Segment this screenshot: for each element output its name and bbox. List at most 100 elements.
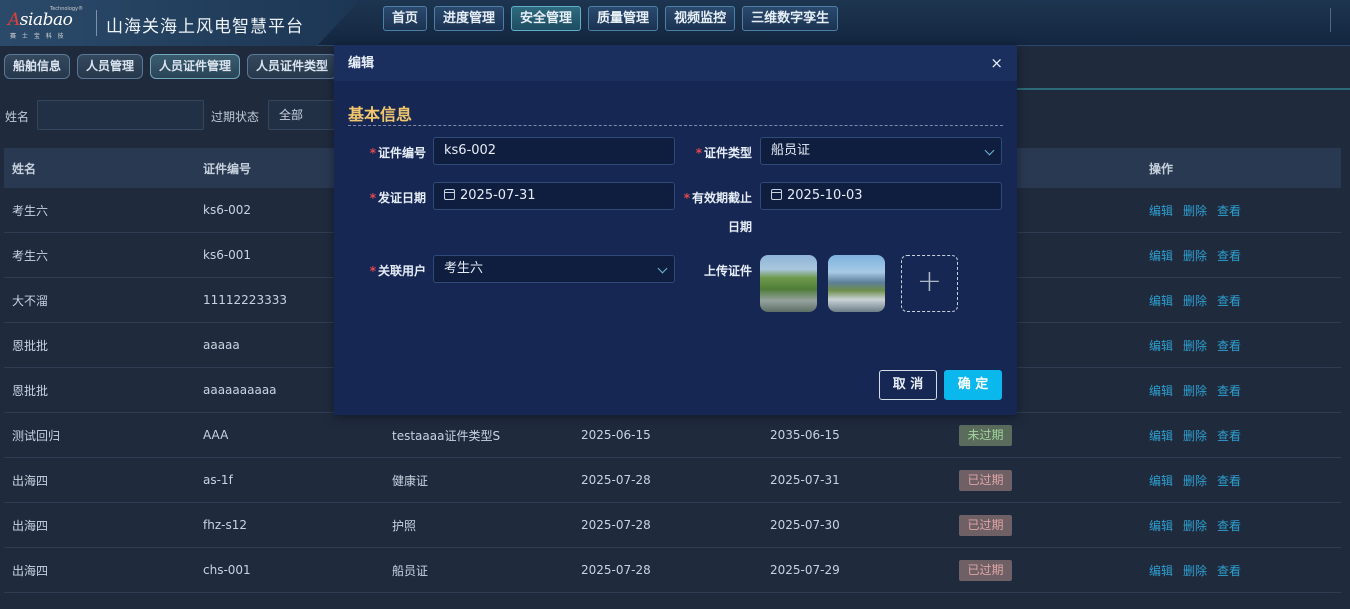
cell-name: 大不溜 [12, 293, 49, 308]
edit-link[interactable]: 编辑 [1149, 519, 1173, 533]
top-header: Technology® Asiabao 赛 士 宝 科 技 山海关海上风电智慧平… [0, 0, 1350, 46]
table-row: 出海四 chs-001 船员证 2025-07-28 2025-07-29 已过期 编辑 删除… [4, 548, 1341, 593]
calendar-icon [771, 189, 782, 200]
row-actions: 编辑 删除 查看 [1149, 472, 1251, 489]
view-link[interactable]: 查看 [1217, 564, 1241, 578]
section-title: 基本信息 [348, 105, 413, 124]
cell-expire-date: 2025-07-31 [770, 473, 840, 487]
main-nav: 首页 进度管理 安全管理 质量管理 视频监控 三维数字孪生 [383, 6, 839, 31]
tab-cert-management[interactable]: 人员证件管理 [150, 54, 241, 79]
delete-link[interactable]: 删除 [1183, 474, 1207, 488]
chevron-down-icon [657, 263, 668, 274]
cell-issue-date: 2025-07-28 [581, 518, 651, 532]
cell-issue-date: 2025-06-15 [581, 428, 651, 442]
cell-name: 恩批批 [12, 383, 49, 398]
cell-issue-date: 2025-07-28 [581, 563, 651, 577]
cell-expire-date: 2025-07-29 [770, 563, 840, 577]
platform-title: 山海关海上风电智慧平台 [106, 17, 304, 37]
company-logo: Technology® Asiabao 赛 士 宝 科 技 [8, 6, 84, 40]
cell-expire-date: 2025-07-30 [770, 518, 840, 532]
tab-cert-types[interactable]: 人员证件类型 [247, 54, 338, 79]
row-actions: 编辑 删除 查看 [1149, 292, 1251, 309]
user-menu-icon[interactable] [1330, 8, 1350, 32]
row-actions: 编辑 删除 查看 [1149, 517, 1251, 534]
brand-area: Technology® Asiabao 赛 士 宝 科 技 山海关海上风电智慧平… [0, 0, 360, 46]
tab-ship-info[interactable]: 船舶信息 [4, 54, 71, 79]
status-badge: 已过期 [959, 559, 1012, 581]
cell-expire-date: 2035-06-15 [770, 428, 840, 442]
row-actions: 编辑 删除 查看 [1149, 562, 1251, 579]
delete-link[interactable]: 删除 [1183, 564, 1207, 578]
view-link[interactable]: 查看 [1217, 294, 1241, 308]
logo-subtext: 赛 士 宝 科 技 [10, 33, 66, 40]
edit-link[interactable]: 编辑 [1149, 384, 1173, 398]
delete-link[interactable]: 删除 [1183, 384, 1207, 398]
cert-type-label: * 证件类型 [695, 146, 752, 160]
nav-progress[interactable]: 进度管理 [434, 6, 505, 31]
cell-cert-no: aaaaaaaaaa [203, 383, 277, 397]
cell-cert-no: fhz-s12 [203, 518, 247, 532]
nav-quality[interactable]: 质量管理 [588, 6, 659, 31]
edit-link[interactable]: 编辑 [1149, 429, 1173, 443]
view-link[interactable]: 查看 [1217, 384, 1241, 398]
delete-link[interactable]: 删除 [1183, 204, 1207, 218]
close-icon[interactable]: × [990, 55, 1003, 71]
nav-safety[interactable]: 安全管理 [511, 6, 582, 31]
cell-name: 出海四 [12, 518, 49, 533]
delete-link[interactable]: 删除 [1183, 519, 1207, 533]
confirm-button[interactable]: 确 定 [944, 370, 1002, 400]
table-row: 出海四 fhz-s12 护照 2025-07-28 2025-07-30 已过期 编辑 删除查… [4, 503, 1341, 548]
col-cert-no: 证件编号 [203, 161, 252, 176]
view-link[interactable]: 查看 [1217, 429, 1241, 443]
edit-link[interactable]: 编辑 [1149, 339, 1173, 353]
cell-name: 考生六 [12, 248, 49, 263]
edit-link[interactable]: 编辑 [1149, 294, 1173, 308]
upload-button[interactable]: + [901, 255, 958, 312]
cert-no-label: * 证件编号 [369, 146, 426, 160]
cert-image-1[interactable] [760, 255, 817, 312]
tab-personnel[interactable]: 人员管理 [77, 54, 144, 79]
delete-link[interactable]: 删除 [1183, 249, 1207, 263]
nav-digital-twin[interactable]: 三维数字孪生 [742, 6, 839, 31]
cell-cert-no: chs-001 [203, 563, 251, 577]
delete-link[interactable]: 删除 [1183, 294, 1207, 308]
user-select[interactable]: 考生六 [433, 255, 675, 283]
issue-date-label: * 发证日期 [369, 191, 426, 205]
view-link[interactable]: 查看 [1217, 339, 1241, 353]
cell-cert-no: ks6-001 [203, 248, 252, 262]
table-row: 测试回归 AAA testaaaa证件类型S 2025-06-15 2035-06-15… [4, 413, 1341, 458]
edit-link[interactable]: 编辑 [1149, 564, 1173, 578]
row-actions: 编辑 删除 查看 [1149, 247, 1251, 264]
col-actions: 操作 [1149, 161, 1174, 176]
expire-date-label: * 有效期截止 [683, 191, 752, 205]
user-label: * 关联用户 [369, 264, 426, 278]
edit-link[interactable]: 编辑 [1149, 249, 1173, 263]
cell-cert-no: 11112223333 [203, 293, 287, 307]
cell-cert-no: ks6-002 [203, 203, 252, 217]
edit-link[interactable]: 编辑 [1149, 204, 1173, 218]
delete-link[interactable]: 删除 [1183, 339, 1207, 353]
cert-image-2[interactable] [828, 255, 885, 312]
view-link[interactable]: 查看 [1217, 474, 1241, 488]
section-divider [348, 125, 1003, 126]
expire-date-label-2: 日期 [727, 220, 752, 234]
cert-no-input[interactable]: ks6-002 [433, 137, 675, 165]
status-badge: 已过期 [959, 514, 1012, 536]
delete-link[interactable]: 删除 [1183, 429, 1207, 443]
nav-video[interactable]: 视频监控 [665, 6, 736, 31]
name-filter-input[interactable] [37, 100, 204, 130]
view-link[interactable]: 查看 [1217, 249, 1241, 263]
cancel-button[interactable]: 取 消 [879, 370, 937, 400]
cell-cert-type: 船员证 [392, 563, 429, 578]
nav-home[interactable]: 首页 [383, 6, 428, 31]
edit-link[interactable]: 编辑 [1149, 474, 1173, 488]
calendar-icon [444, 189, 455, 200]
expire-date-picker[interactable]: 2025-10-03 [760, 182, 1002, 210]
cert-type-select[interactable]: 船员证 [760, 137, 1002, 165]
issue-date-picker[interactable]: 2025-07-31 [433, 182, 675, 210]
status-badge: 未过期 [959, 424, 1012, 446]
view-link[interactable]: 查看 [1217, 204, 1241, 218]
cell-cert-type: 护照 [392, 518, 417, 533]
cell-name: 出海四 [12, 563, 49, 578]
view-link[interactable]: 查看 [1217, 519, 1241, 533]
